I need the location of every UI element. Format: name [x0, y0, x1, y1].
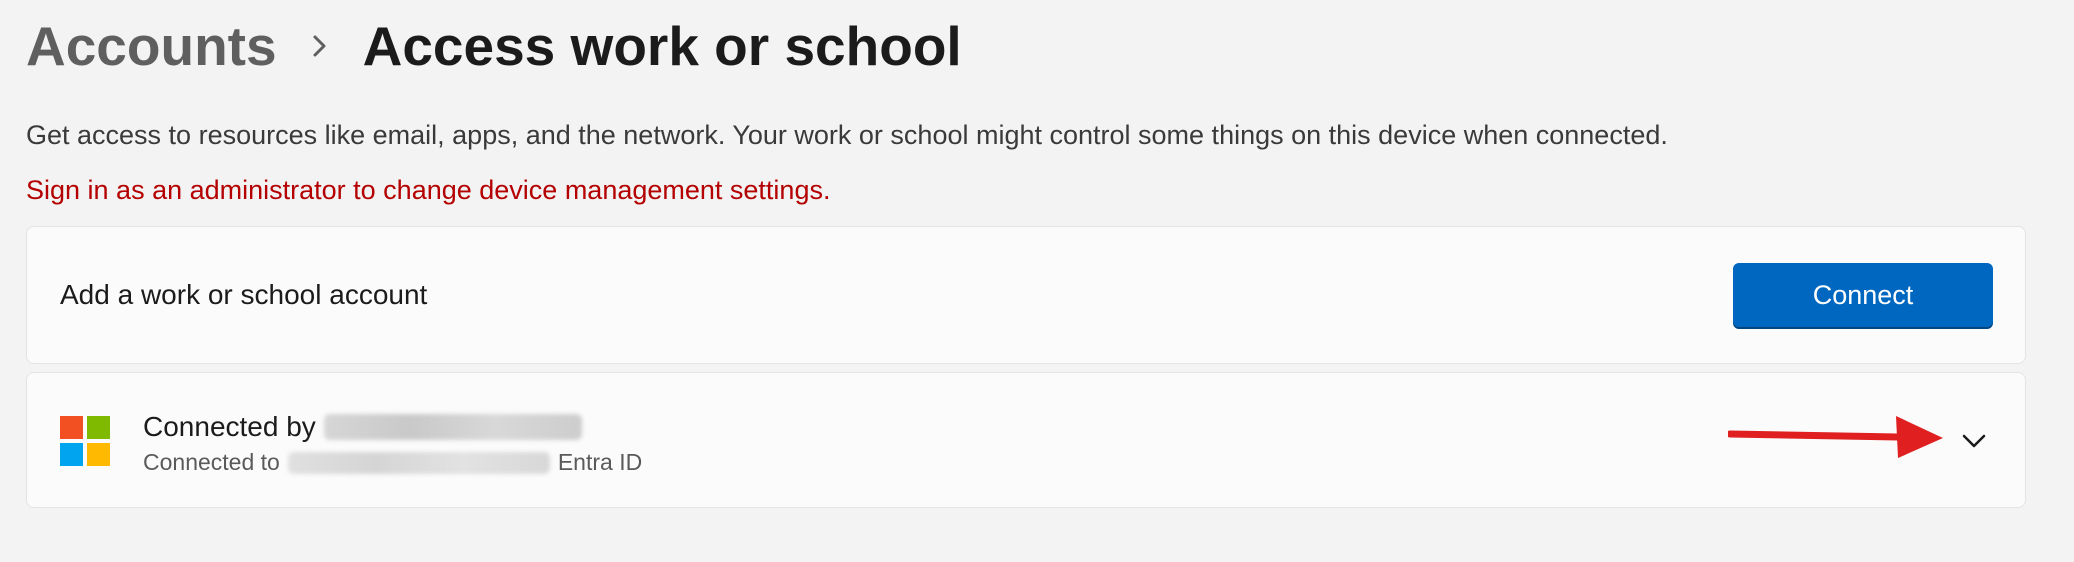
add-account-label: Add a work or school account [60, 279, 428, 310]
entra-id-label: Entra ID [557, 449, 643, 475]
admin-warning-text: Sign in as an administrator to change de… [26, 175, 831, 205]
breadcrumb-accounts-link[interactable]: Accounts [26, 14, 277, 78]
connected-by-line: Connected by [143, 411, 642, 443]
connected-by-label: Connected by [143, 411, 316, 442]
connected-to-line: Connected to Entra ID [143, 449, 642, 476]
connected-to-label: Connected to [143, 449, 280, 475]
logo-square-red [60, 416, 83, 439]
connected-account-info: Connected by Connected to Entra ID [143, 411, 642, 476]
chevron-down-icon[interactable] [1959, 426, 1989, 456]
settings-page: Accounts Access work or school Get acces… [0, 0, 2074, 562]
breadcrumb: Accounts Access work or school [26, 10, 962, 82]
logo-square-blue [60, 443, 83, 466]
page-title: Access work or school [362, 15, 962, 77]
redacted-organization [287, 451, 550, 474]
page-description: Get access to resources like email, apps… [26, 120, 1668, 150]
chevron-right-icon [277, 31, 363, 61]
logo-square-green [87, 416, 110, 439]
microsoft-logo-icon [60, 416, 110, 466]
connect-button[interactable]: Connect [1733, 263, 1993, 327]
add-account-card: Add a work or school account Connect [26, 226, 2026, 364]
logo-square-yellow [87, 443, 110, 466]
connected-account-card[interactable]: Connected by Connected to Entra ID [26, 372, 2026, 508]
red-arrow-annotation [1728, 416, 1943, 458]
redacted-email [323, 414, 582, 440]
